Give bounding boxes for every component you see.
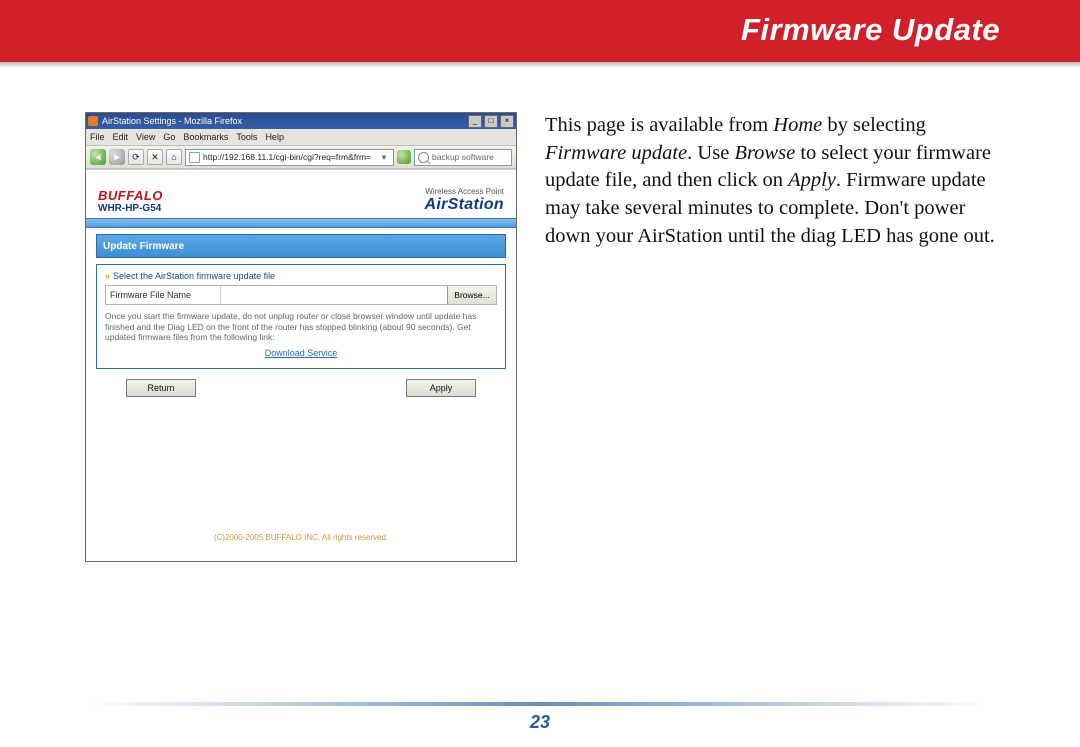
- menu-edit[interactable]: Edit: [113, 132, 129, 142]
- address-bar[interactable]: http://192.168.11.1/cgi-bin/cgi?req=frm&…: [185, 149, 394, 166]
- search-text: backup software: [432, 152, 494, 162]
- menu-view[interactable]: View: [136, 132, 155, 142]
- product-tag: Wireless Access Point: [425, 187, 504, 196]
- file-input[interactable]: [220, 286, 447, 304]
- browser-content: BUFFALO WHR-HP-G54 Wireless Access Point…: [86, 169, 516, 562]
- stop-button[interactable]: ✕: [147, 149, 163, 165]
- url-dropdown-icon[interactable]: ▾: [378, 152, 390, 163]
- page-number: 23: [0, 712, 1080, 733]
- blue-strip: [86, 218, 516, 228]
- body-paragraph: This page is available from Home by sele…: [545, 112, 1000, 250]
- browse-button[interactable]: Browse...: [447, 286, 496, 304]
- search-box[interactable]: backup software: [414, 149, 512, 166]
- page-title: Firmware Update: [741, 12, 1000, 48]
- header-shadow: [0, 62, 1080, 68]
- airstation-logo: AirStation: [425, 196, 504, 214]
- forward-button[interactable]: ►: [109, 149, 125, 165]
- brand-bar: BUFFALO WHR-HP-G54 Wireless Access Point…: [86, 170, 516, 218]
- firmware-panel: »Select the AirStation firmware update f…: [96, 264, 506, 369]
- minimize-button[interactable]: _: [468, 115, 482, 128]
- menu-help[interactable]: Help: [265, 132, 284, 142]
- copyright: (C)2000-2005 BUFFALO INC. All rights res…: [86, 533, 516, 542]
- embedded-screenshot: AirStation Settings - Mozilla Firefox _ …: [85, 112, 517, 562]
- header-bar: Firmware Update: [0, 0, 1080, 62]
- return-button[interactable]: Return: [126, 379, 196, 397]
- window-titlebar: AirStation Settings - Mozilla Firefox _ …: [86, 113, 516, 129]
- button-row: Return Apply: [86, 379, 516, 397]
- buffalo-logo: BUFFALO: [98, 188, 163, 203]
- section-title: Update Firmware: [96, 234, 506, 258]
- model-label: WHR-HP-G54: [98, 203, 163, 214]
- footer-rule: [90, 702, 990, 706]
- maximize-button[interactable]: □: [484, 115, 498, 128]
- home-button[interactable]: ⌂: [166, 149, 182, 165]
- apply-button[interactable]: Apply: [406, 379, 476, 397]
- panel-note: Once you start the firmware update, do n…: [105, 311, 497, 343]
- file-label: Firmware File Name: [106, 290, 220, 300]
- panel-hint: »Select the AirStation firmware update f…: [105, 271, 497, 281]
- go-button[interactable]: [397, 150, 411, 164]
- download-link[interactable]: Download Service: [105, 348, 497, 358]
- file-row: Firmware File Name Browse...: [105, 285, 497, 305]
- reload-button[interactable]: ⟳: [128, 149, 144, 165]
- menu-bookmarks[interactable]: Bookmarks: [183, 132, 228, 142]
- menu-file[interactable]: File: [90, 132, 105, 142]
- page-icon: [189, 152, 200, 163]
- search-icon: [418, 152, 429, 163]
- nav-toolbar: ◄ ► ⟳ ✕ ⌂ http://192.168.11.1/cgi-bin/cg…: [86, 146, 516, 169]
- close-button[interactable]: ×: [500, 115, 514, 128]
- window-title: AirStation Settings - Mozilla Firefox: [102, 116, 464, 126]
- url-text: http://192.168.11.1/cgi-bin/cgi?req=frm&…: [203, 152, 378, 162]
- footer: 23: [0, 702, 1080, 733]
- menu-go[interactable]: Go: [163, 132, 175, 142]
- menu-bar: File Edit View Go Bookmarks Tools Help: [86, 129, 516, 146]
- firefox-icon: [88, 116, 98, 126]
- menu-tools[interactable]: Tools: [236, 132, 257, 142]
- back-button[interactable]: ◄: [90, 149, 106, 165]
